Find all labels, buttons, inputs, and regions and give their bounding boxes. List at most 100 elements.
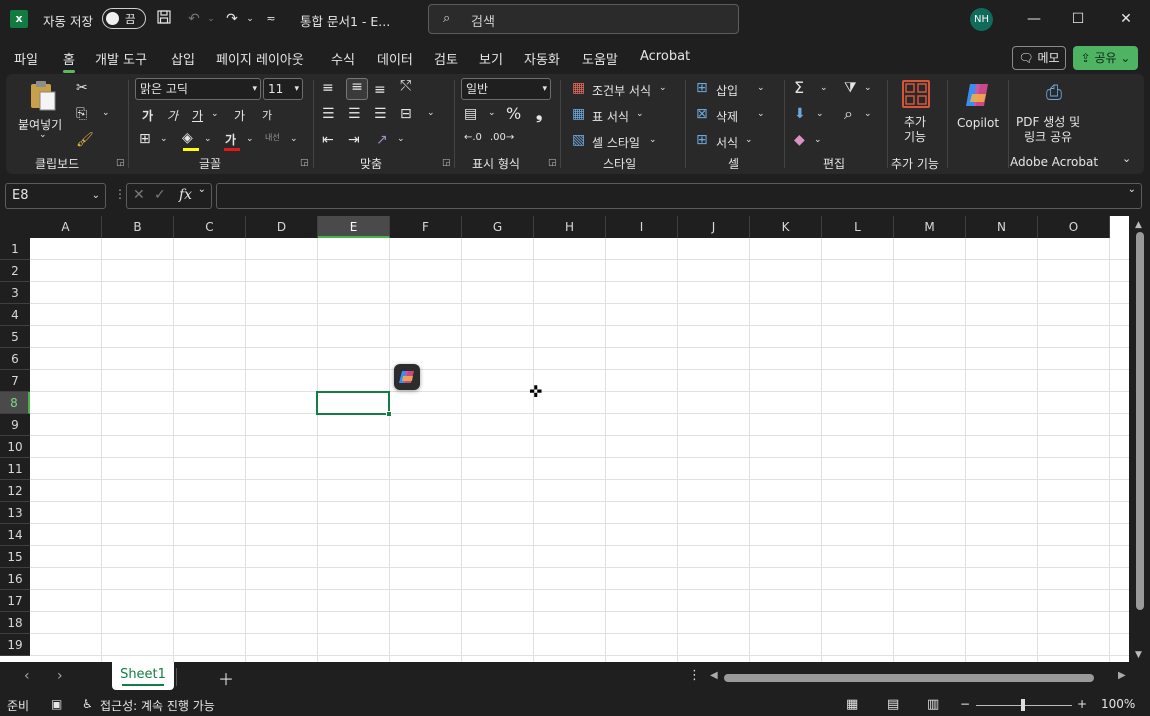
conditional-dropdown-icon[interactable]: ⌄	[659, 83, 667, 93]
phonetic-dropdown-icon[interactable]: ⌄	[290, 134, 298, 144]
autosave-toggle[interactable]: 끔	[102, 8, 146, 29]
table-dropdown-icon[interactable]: ⌄	[636, 109, 644, 119]
insert-cells-icon[interactable]: ⊞	[696, 80, 708, 96]
cell-styles-button[interactable]: 셀 스타일	[592, 134, 640, 151]
undo-dropdown-icon[interactable]: ⌄	[201, 9, 221, 29]
font-size-select[interactable]: 11 ▾	[263, 78, 303, 100]
font-color-dropdown-icon[interactable]: ⌄	[246, 134, 254, 144]
chevron-down-icon[interactable]: ⌄	[198, 184, 206, 195]
next-sheet-icon[interactable]: ›	[57, 668, 63, 684]
scroll-up-icon[interactable]: ▲	[1135, 220, 1142, 230]
cell-styles-icon[interactable]: ▧	[572, 132, 585, 148]
tab-page-layout[interactable]: 페이지 레이아웃	[216, 49, 304, 68]
column-header-e[interactable]: E	[318, 216, 390, 238]
insert-dropdown-icon[interactable]: ⌄	[757, 83, 765, 93]
column-header-o[interactable]: O	[1038, 216, 1110, 238]
fill-handle[interactable]	[386, 411, 392, 417]
align-bottom-icon[interactable]: ≡	[374, 82, 386, 98]
column-header-c[interactable]: C	[174, 216, 246, 238]
shrink-font-button[interactable]: 가	[262, 107, 272, 123]
column-header-a[interactable]: A	[30, 216, 102, 238]
scroll-right-icon[interactable]: ▶	[1118, 670, 1126, 681]
insert-cells-button[interactable]: 삽입	[716, 82, 738, 99]
autosum-icon[interactable]: Σ	[794, 78, 804, 97]
underline-button[interactable]: 가	[192, 107, 203, 124]
row-header-8[interactable]: 8	[0, 392, 30, 414]
maximize-icon[interactable]: ☐	[1067, 8, 1089, 30]
copy-icon[interactable]: ⎘	[76, 106, 87, 122]
format-dropdown-icon[interactable]: ⌄	[745, 135, 753, 145]
tab-view[interactable]: 보기	[479, 49, 503, 68]
row-header-11[interactable]: 11	[0, 458, 30, 480]
redo-dropdown-icon[interactable]: ⌄	[240, 9, 260, 29]
row-header-2[interactable]: 2	[0, 260, 30, 282]
customize-qat-icon[interactable]: ≂	[261, 9, 281, 29]
pdf-link-icon[interactable]: ⎙	[1040, 80, 1068, 108]
conditional-formatting-icon[interactable]: ▦	[572, 80, 585, 96]
fill-dropdown-icon[interactable]: ⌄	[816, 109, 824, 119]
delete-cells-button[interactable]: 삭제	[716, 108, 738, 125]
tab-data[interactable]: 데이터	[377, 49, 413, 68]
accounting-format-icon[interactable]: ▤	[464, 106, 477, 122]
column-header-m[interactable]: M	[894, 216, 966, 238]
increase-decimal-icon[interactable]: ←.0	[464, 132, 482, 143]
conditional-formatting-button[interactable]: 조건부 서식	[592, 82, 651, 99]
bold-button[interactable]: 가	[142, 107, 153, 124]
row-header-18[interactable]: 18	[0, 612, 30, 634]
column-header-i[interactable]: I	[606, 216, 678, 238]
copilot-icon[interactable]	[962, 80, 992, 110]
italic-button[interactable]: 가	[167, 107, 178, 124]
scroll-down-icon[interactable]: ▼	[1135, 650, 1142, 660]
add-sheet-icon[interactable]: ＋	[218, 666, 234, 690]
redo-icon[interactable]: ↷	[222, 9, 242, 29]
accessibility-status[interactable]: 접근성: 계속 진행 가능	[100, 697, 215, 714]
row-header-10[interactable]: 10	[0, 436, 30, 458]
orientation-dropdown-icon[interactable]: ⌄	[397, 134, 405, 144]
fill-color-dropdown-icon[interactable]: ⌄	[204, 134, 212, 144]
column-header-n[interactable]: N	[966, 216, 1038, 238]
merge-center-icon[interactable]: ⊟	[400, 106, 412, 122]
row-header-6[interactable]: 6	[0, 348, 30, 370]
paste-icon[interactable]	[28, 80, 58, 111]
expand-formula-icon[interactable]: ⌄	[1128, 184, 1136, 195]
tab-splitter-icon[interactable]: ⋮	[688, 668, 701, 683]
vertical-scrollbar[interactable]: ▲ ▼	[1131, 216, 1150, 662]
zoom-level[interactable]: 100%	[1101, 697, 1135, 711]
avatar[interactable]: NH	[970, 8, 993, 31]
clear-icon[interactable]: ◆	[794, 132, 805, 148]
column-header-d[interactable]: D	[246, 216, 318, 238]
horizontal-scroll-thumb[interactable]	[724, 674, 1094, 682]
grow-font-button[interactable]: 가	[234, 107, 245, 124]
borders-dropdown-icon[interactable]: ⌄	[160, 134, 168, 144]
borders-icon[interactable]: ⊞	[139, 131, 151, 147]
select-all-corner[interactable]	[0, 216, 30, 238]
cell-styles-dropdown-icon[interactable]: ⌄	[649, 135, 657, 145]
percent-icon[interactable]: %	[506, 104, 521, 123]
sort-filter-icon[interactable]: ⧩	[844, 80, 857, 96]
decrease-indent-icon[interactable]: ⇤	[322, 132, 334, 148]
tab-help[interactable]: 도움말	[582, 49, 618, 68]
spreadsheet-grid[interactable]: ABCDEFGHIJKLMNO 1 2 3 4 5 6 7 8 9 10 11 12 13 14 15 16 1…	[0, 216, 1129, 662]
tab-review[interactable]: 검토	[434, 49, 458, 68]
page-break-view-icon[interactable]: ▥	[927, 697, 939, 712]
fill-icon[interactable]: ⬇	[794, 106, 806, 122]
column-header-f[interactable]: F	[390, 216, 462, 238]
text-direction-icon[interactable]: ⤲	[400, 78, 411, 94]
sheet-tab-sheet1[interactable]: Sheet1	[112, 662, 174, 690]
tab-automate[interactable]: 자동화	[524, 49, 560, 68]
more-options-icon[interactable]: ⋮	[114, 187, 126, 201]
row-header-13[interactable]: 13	[0, 502, 30, 524]
tab-acrobat[interactable]: Acrobat	[640, 49, 690, 64]
phonetic-button[interactable]: 내선	[265, 132, 280, 143]
memo-button[interactable]: 🗨 메모	[1012, 46, 1066, 70]
row-header-16[interactable]: 16	[0, 568, 30, 590]
decrease-decimal-icon[interactable]: .00→	[490, 132, 514, 143]
align-middle-icon[interactable]: ≡	[346, 78, 368, 100]
row-header-4[interactable]: 4	[0, 304, 30, 326]
row-header-12[interactable]: 12	[0, 480, 30, 502]
font-launcher-icon[interactable]: ◲	[300, 158, 309, 168]
clipboard-launcher-icon[interactable]: ◲	[116, 158, 125, 168]
pdf-create-share-button[interactable]: PDF 생성 및 링크 공유	[1016, 115, 1080, 145]
normal-view-icon[interactable]: ▦	[846, 697, 858, 712]
row-header-15[interactable]: 15	[0, 546, 30, 568]
